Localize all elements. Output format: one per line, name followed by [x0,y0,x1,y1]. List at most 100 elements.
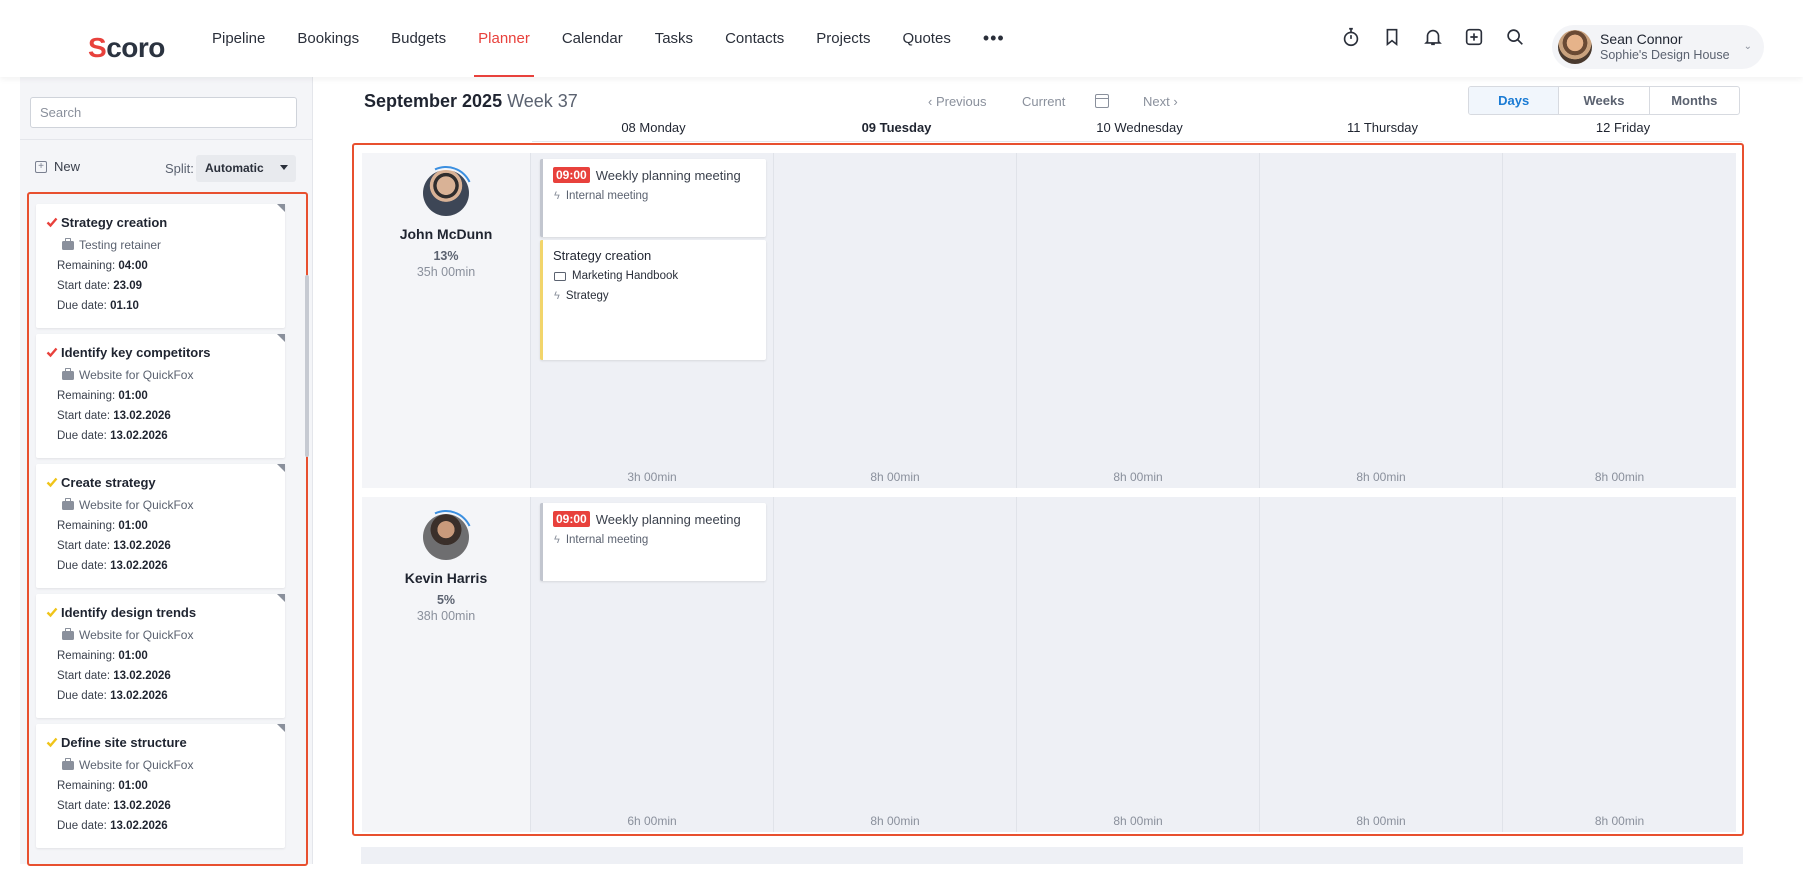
day-capacity: 8h 00min [870,814,920,828]
caret-down-icon [280,165,288,170]
plus-icon: + [35,160,47,173]
main-nav: Pipeline Bookings Budgets Planner Calend… [196,0,1021,77]
period-title: September 2025 Week 37 [364,91,578,111]
user-menu[interactable]: Sean Connor Sophie's Design House ⌄ [1552,25,1764,69]
unplanned-tasks-panel: + New Split: Automatic Strategy creation… [20,77,313,866]
nav-pipeline[interactable]: Pipeline [196,0,281,77]
task-card[interactable]: Define site structure Website for QuickF… [36,724,285,848]
task-remaining: Remaining: 01:00 [57,780,148,792]
next-button[interactable]: Next › [1143,94,1178,109]
nav-more-icon[interactable]: ••• [967,0,1021,77]
day-cell[interactable]: 8h 00min [1502,497,1736,832]
day-cell[interactable]: 8h 00min [773,497,1016,832]
activity-icon: ϟ [554,190,560,202]
split-dropdown[interactable]: Automatic [196,155,296,182]
day-capacity: 8h 00min [1594,814,1645,828]
search-input[interactable] [30,97,297,128]
nav-bookings[interactable]: Bookings [281,0,375,77]
event-activity: Strategy [565,290,609,302]
user-name: Sean Connor [1600,31,1683,47]
add-icon[interactable] [1461,24,1487,50]
task-title: Identify key competitors [61,345,211,360]
day-capacity: 3h 00min [627,470,677,484]
day-capacity: 8h 00min [1113,814,1163,828]
day-header: 10 Wednesday [1018,120,1261,142]
task-due-date: Due date: 13.02.2026 [57,690,168,702]
briefcase-icon [62,497,74,510]
view-days[interactable]: Days [1469,87,1559,114]
nav-budgets[interactable]: Budgets [375,0,462,77]
search-icon[interactable] [1502,24,1528,50]
task-title: Create strategy [61,475,156,490]
task-start-date: Start date: 13.02.2026 [57,800,171,812]
check-icon [46,215,58,228]
day-header: 08 Monday [532,120,775,142]
day-cell[interactable]: 8h 00min [773,153,1016,488]
task-project: Website for QuickFox [62,367,193,382]
current-button[interactable]: Current [1022,94,1065,109]
day-capacity: 8h 00min [870,470,920,484]
event-time-badge: 09:00 [553,511,590,527]
event-title: Weekly planning meeting [595,167,741,183]
nav-calendar[interactable]: Calendar [546,0,639,77]
view-months[interactable]: Months [1648,87,1739,114]
meeting-event[interactable]: 09:00 Weekly planning meeting ϟ Internal m… [540,159,766,237]
nav-contacts[interactable]: Contacts [709,0,800,77]
resource-name[interactable]: John McDunn [362,226,530,242]
view-weeks[interactable]: Weeks [1558,87,1648,114]
retainer-icon [62,237,74,250]
task-remaining: Remaining: 01:00 [57,390,148,402]
task-start-date: Start date: 13.02.2026 [57,540,171,552]
task-due-date: Due date: 13.02.2026 [57,430,168,442]
task-project: Website for QuickFox [62,757,193,772]
bell-icon[interactable] [1420,24,1446,50]
nav-projects[interactable]: Projects [800,0,886,77]
app-logo[interactable]: Scoro [88,32,165,64]
task-card[interactable]: Identify design trends Website for Quick… [36,594,285,718]
resource-avatar[interactable] [423,514,469,560]
task-card[interactable]: Identify key competitors Website for Qui… [36,334,285,458]
event-title: Weekly planning meeting [595,511,741,527]
task-event[interactable]: Strategy creation Marketing Handbook ϟ St… [540,240,766,360]
day-header: 09 Tuesday [775,120,1018,142]
day-capacity: 8h 00min [1113,470,1163,484]
nav-tasks[interactable]: Tasks [639,0,709,77]
task-remaining: Remaining: 01:00 [57,650,148,662]
resource-name[interactable]: Kevin Harris [362,570,530,586]
task-project: Testing retainer [62,237,161,252]
timer-icon[interactable] [1338,24,1364,50]
event-project: Marketing Handbook [572,270,679,282]
calendar-icon[interactable] [1095,94,1109,108]
nav-planner[interactable]: Planner [462,0,546,77]
day-cell[interactable]: 8h 00min [1259,497,1502,832]
folder-icon [554,271,566,281]
activity-icon: ϟ [554,290,560,302]
day-header: 11 Thursday [1261,120,1504,142]
day-cell[interactable]: 8h 00min [1016,153,1259,488]
task-start-date: Start date: 13.02.2026 [57,670,171,682]
nav-quotes[interactable]: Quotes [886,0,966,77]
task-title: Identify design trends [61,605,197,620]
task-project: Website for QuickFox [62,627,193,642]
task-remaining: Remaining: 04:00 [57,260,148,272]
bookmark-icon[interactable] [1379,24,1405,50]
resource-info: John McDunn 13% 35h 00min [362,153,530,488]
task-list-scrollbar[interactable] [305,275,309,457]
task-card[interactable]: Strategy creation Testing retainer Remai… [36,204,285,328]
event-time-badge: 09:00 [553,167,590,183]
check-icon [46,735,58,748]
resource-avatar[interactable] [423,170,469,216]
day-capacity: 8h 00min [1356,470,1406,484]
meeting-event[interactable]: 09:00 Weekly planning meeting ϟ Internal m… [540,503,766,581]
task-title: Strategy creation [61,215,168,230]
day-capacity: 6h 00min [627,814,677,828]
day-cell[interactable]: 8h 00min [1016,497,1259,832]
previous-button[interactable]: ‹ Previous [928,94,987,109]
task-remaining: Remaining: 01:00 [57,520,148,532]
new-task-button[interactable]: + New [35,159,80,174]
day-cell[interactable]: 8h 00min [1502,153,1736,488]
briefcase-icon [62,627,74,640]
task-card[interactable]: Create strategy Website for QuickFox Rem… [36,464,285,588]
task-due-date: Due date: 13.02.2026 [57,560,168,572]
day-cell[interactable]: 8h 00min [1259,153,1502,488]
